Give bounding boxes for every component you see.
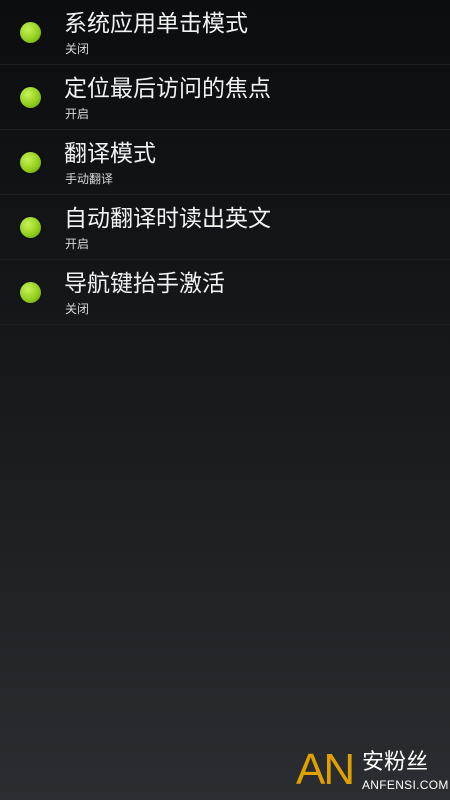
- status-dot-icon: [20, 217, 41, 238]
- setting-title: 系统应用单击模式: [64, 11, 248, 37]
- status-dot-icon: [20, 22, 41, 43]
- settings-list: 系统应用单击模式 关闭 定位最后访问的焦点 开启 翻译模式 手动翻译 自动翻译时…: [0, 0, 450, 325]
- site-watermark: AN 安粉丝 ANFENSI.COM: [296, 745, 449, 798]
- setting-summary: 开启: [65, 107, 90, 121]
- watermark-domain: ANFENSI.COM: [362, 778, 449, 792]
- setting-title: 翻译模式: [64, 141, 156, 167]
- setting-summary: 开启: [65, 237, 90, 251]
- setting-row-read-english[interactable]: 自动翻译时读出英文 开启: [0, 195, 450, 260]
- status-dot-icon: [20, 152, 41, 173]
- setting-row-single-click-mode[interactable]: 系统应用单击模式 关闭: [0, 0, 450, 65]
- status-dot-icon: [20, 282, 41, 303]
- setting-row-nav-key-release[interactable]: 导航键抬手激活 关闭: [0, 260, 450, 325]
- watermark-chinese-text: 安粉丝: [362, 750, 429, 775]
- setting-summary: 关闭: [65, 42, 90, 56]
- setting-title: 自动翻译时读出英文: [64, 206, 271, 232]
- setting-title: 定位最后访问的焦点: [64, 76, 271, 102]
- setting-summary: 手动翻译: [65, 172, 114, 186]
- watermark-logo: AN: [296, 745, 355, 794]
- setting-summary: 关闭: [65, 302, 90, 316]
- setting-row-translate-mode[interactable]: 翻译模式 手动翻译: [0, 130, 450, 195]
- status-dot-icon: [20, 87, 41, 108]
- setting-row-last-focus[interactable]: 定位最后访问的焦点 开启: [0, 65, 450, 130]
- setting-title: 导航键抬手激活: [64, 271, 225, 297]
